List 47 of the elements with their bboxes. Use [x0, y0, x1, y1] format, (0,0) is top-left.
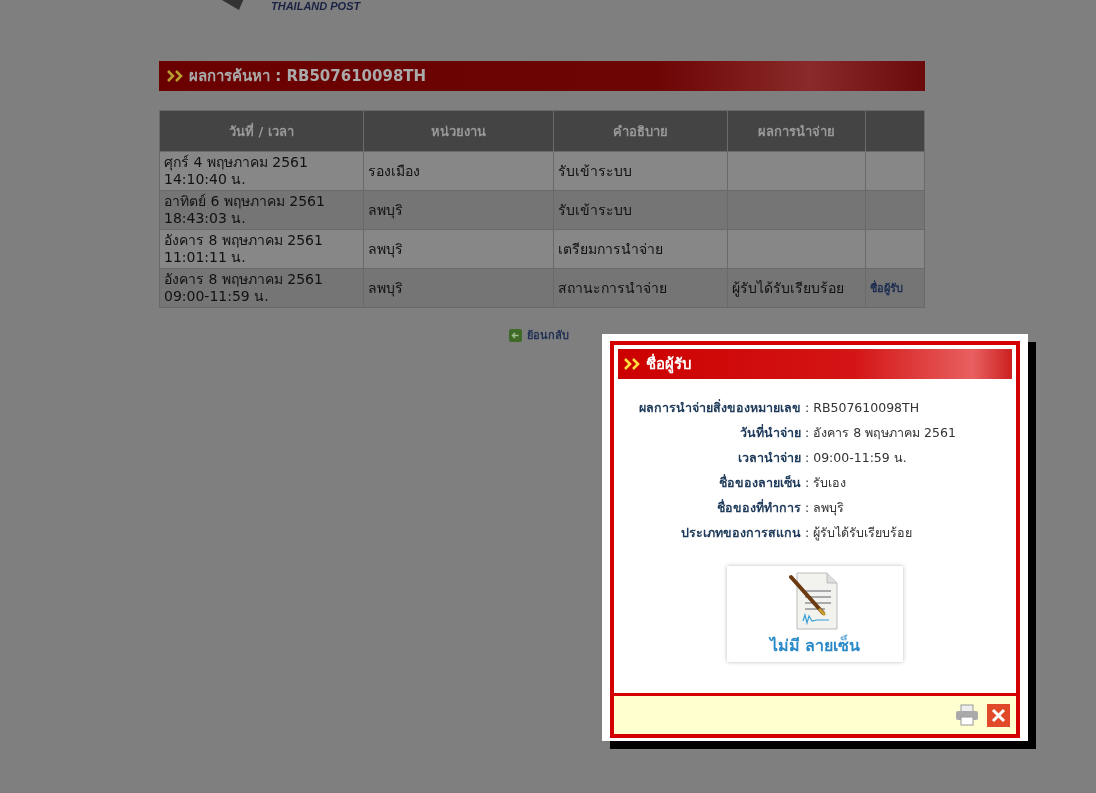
logo-text: THAILAND POST [271, 0, 361, 12]
print-icon[interactable] [955, 704, 979, 726]
table-cell: รองเมือง [363, 151, 554, 191]
recipient-link[interactable]: ชื่อผู้รับ [870, 282, 903, 295]
field-separator: : [805, 524, 810, 542]
field-value: 09:00-11:59 น. [813, 449, 908, 467]
table-cell: สถานะการนำจ่าย [553, 268, 728, 308]
field-value: อังคาร 8 พฤษภาคม 2561 [813, 424, 957, 442]
field-label: ประเภทของการสแกน [680, 524, 801, 542]
result-title: ผลการค้นหา : RB507610098TH [189, 66, 427, 87]
table-cell: ลพบุริ [363, 268, 554, 308]
table-cell: ผู้รับได้รับเรียบร้อย [732, 280, 844, 296]
field-separator: : [805, 399, 810, 417]
signature-caption: ไม่มี ลายเซ็น [769, 633, 861, 657]
field-value: รับเอง [813, 474, 848, 492]
field-value: ลพบุริ [813, 499, 846, 517]
field-separator: : [805, 449, 810, 467]
field-value: RB507610098TH [813, 399, 921, 417]
table-cell: เตรียมการนำจ่าย [553, 229, 728, 269]
back-arrow-icon [509, 328, 522, 342]
close-icon[interactable] [987, 703, 1010, 727]
field-separator: : [805, 424, 810, 442]
table-cell: รับเข้าระบบ [553, 190, 728, 230]
chevron-icon [167, 70, 185, 82]
column-header: วันที่ / เวลา [159, 110, 364, 152]
column-header: หน่วยงาน [363, 110, 554, 152]
dialog-title: ชื่อผู้รับ [646, 352, 692, 376]
field-value: ผู้รับได้รับเรียบร้อย [813, 524, 914, 542]
table-cell: อาทิตย์ 6 พฤษภาคม 2561 18:43:03 น. [159, 190, 364, 230]
chevron-icon [624, 358, 642, 370]
table-cell: ลพบุริ [363, 229, 554, 269]
field-label: ผลการนำจ่ายสิ่งของหมายเลข [638, 399, 801, 417]
signed-document-icon [789, 570, 841, 631]
column-header: ผลการนำจ่าย [727, 110, 866, 152]
table-cell: ศุกร์ 4 พฤษภาคม 2561 14:10:40 น. [159, 151, 364, 191]
table-cell: รับเข้าระบบ [553, 151, 728, 191]
field-label: ชื่อของที่ทำการ [716, 499, 801, 517]
back-link[interactable]: ย้อนกลับ [509, 326, 569, 344]
field-label: วันที่นำจ่าย [739, 424, 801, 442]
column-header: คำอธิบาย [553, 110, 728, 152]
table-cell: ลพบุริ [363, 190, 554, 230]
field-label: เวลานำจ่าย [737, 449, 801, 467]
field-separator: : [805, 474, 810, 492]
table-cell: อังคาร 8 พฤษภาคม 2561 09:00-11:59 น. [159, 268, 364, 308]
field-label: ชื่อของลายเซ็น [718, 474, 801, 492]
table-cell: อังคาร 8 พฤษภาคม 2561 11:01:11 น. [159, 229, 364, 269]
field-separator: : [805, 499, 810, 517]
